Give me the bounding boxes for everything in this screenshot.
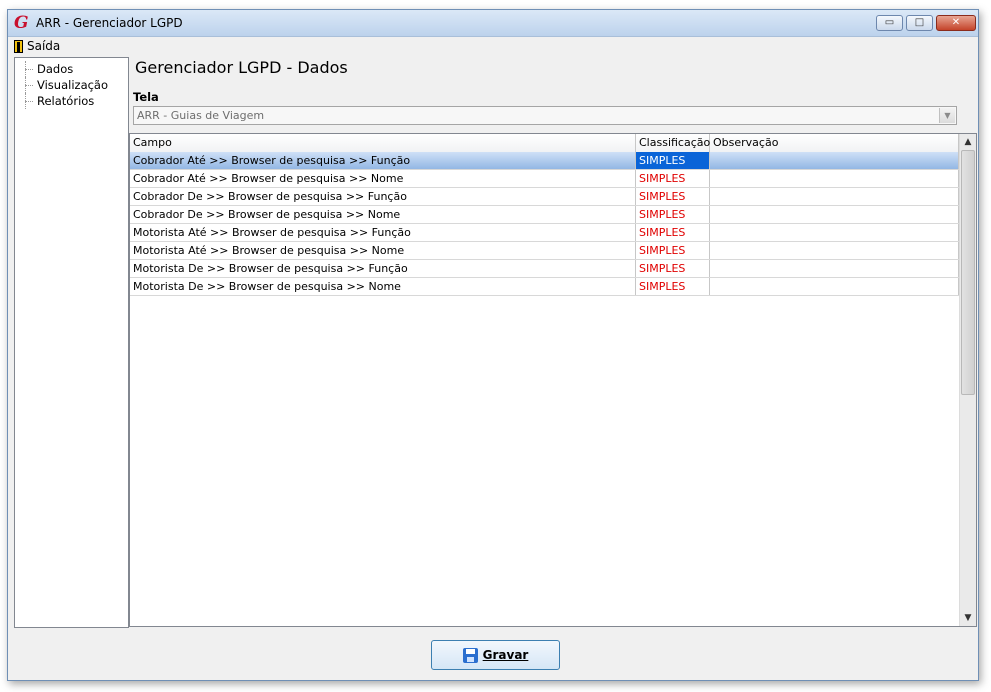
cell-campo[interactable]: Motorista Até >> Browser de pesquisa >> … — [130, 224, 636, 241]
cell-campo[interactable]: Cobrador De >> Browser de pesquisa >> No… — [130, 206, 636, 223]
cell-classificacao[interactable]: SIMPLES — [636, 260, 710, 277]
cell-classificacao[interactable]: SIMPLES — [636, 278, 710, 295]
close-button[interactable]: ✕ — [936, 15, 976, 31]
table-row[interactable]: Motorista Até >> Browser de pesquisa >> … — [130, 242, 959, 260]
scroll-thumb[interactable] — [961, 150, 975, 395]
cell-campo[interactable]: Cobrador De >> Browser de pesquisa >> Fu… — [130, 188, 636, 205]
menu-exit-label: Saída — [27, 39, 61, 53]
column-header-classificacao[interactable]: Classificação — [636, 134, 710, 152]
floppy-disk-icon — [462, 647, 478, 663]
column-header-campo[interactable]: Campo — [130, 134, 636, 152]
menu-bar: Saída — [8, 37, 978, 55]
cell-classificacao[interactable]: SIMPLES — [636, 152, 710, 169]
main-panel: Gerenciador LGPD - Dados Tela ARR - Guia… — [129, 55, 979, 630]
table-row[interactable]: Motorista De >> Browser de pesquisa >> N… — [130, 278, 959, 296]
tela-select[interactable]: ARR - Guias de Viagem ▼ — [133, 106, 957, 125]
table-row[interactable]: Cobrador Até >> Browser de pesquisa >> N… — [130, 170, 959, 188]
save-button[interactable]: Gravar — [431, 640, 560, 670]
cell-observacao[interactable] — [710, 260, 959, 277]
sidebar-item-visualizacao[interactable]: Visualização — [23, 77, 108, 93]
minimize-button[interactable]: ▭ — [876, 15, 903, 31]
table-row[interactable]: Motorista De >> Browser de pesquisa >> F… — [130, 260, 959, 278]
cell-campo[interactable]: Motorista De >> Browser de pesquisa >> N… — [130, 278, 636, 295]
cell-observacao[interactable] — [710, 206, 959, 223]
table-row[interactable]: Cobrador De >> Browser de pesquisa >> Fu… — [130, 188, 959, 206]
grid-header: Campo Classificação Observação — [130, 134, 959, 153]
tela-label: Tela — [133, 90, 159, 104]
column-header-observacao[interactable]: Observação — [710, 134, 959, 152]
cell-observacao[interactable] — [710, 224, 959, 241]
scroll-down-icon[interactable]: ▼ — [960, 610, 976, 626]
cell-observacao[interactable] — [710, 242, 959, 259]
save-button-label: Gravar — [482, 648, 529, 662]
cell-observacao[interactable] — [710, 278, 959, 295]
chevron-down-icon[interactable]: ▼ — [939, 108, 955, 123]
table-row[interactable]: Motorista Até >> Browser de pesquisa >> … — [130, 224, 959, 242]
tela-select-value: ARR - Guias de Viagem — [137, 109, 265, 122]
sidebar-tree: Dados Visualização Relatórios — [14, 57, 129, 628]
cell-observacao[interactable] — [710, 188, 959, 205]
sidebar-item-dados[interactable]: Dados — [23, 61, 73, 77]
door-exit-icon — [14, 39, 23, 53]
cell-classificacao[interactable]: SIMPLES — [636, 188, 710, 205]
cell-observacao[interactable] — [710, 152, 959, 169]
cell-campo[interactable]: Motorista De >> Browser de pesquisa >> F… — [130, 260, 636, 277]
cell-campo[interactable]: Motorista Até >> Browser de pesquisa >> … — [130, 242, 636, 259]
cell-classificacao[interactable]: SIMPLES — [636, 170, 710, 187]
table-row[interactable]: Cobrador De >> Browser de pesquisa >> No… — [130, 206, 959, 224]
cell-campo[interactable]: Cobrador Até >> Browser de pesquisa >> F… — [130, 152, 636, 169]
window-title: ARR - Gerenciador LGPD — [36, 16, 183, 30]
maximize-button[interactable]: □ — [906, 15, 933, 31]
table-row[interactable]: Cobrador Até >> Browser de pesquisa >> F… — [130, 152, 959, 170]
sidebar-item-relatorios[interactable]: Relatórios — [23, 93, 94, 109]
menu-exit[interactable]: Saída — [14, 38, 60, 54]
cell-classificacao[interactable]: SIMPLES — [636, 224, 710, 241]
cell-classificacao[interactable]: SIMPLES — [636, 242, 710, 259]
cell-observacao[interactable] — [710, 170, 959, 187]
cell-classificacao[interactable]: SIMPLES — [636, 206, 710, 223]
cell-campo[interactable]: Cobrador Até >> Browser de pesquisa >> N… — [130, 170, 636, 187]
app-logo-icon: G — [14, 13, 29, 33]
data-grid: Campo Classificação Observação Cobrador … — [129, 133, 977, 627]
title-bar[interactable]: G ARR - Gerenciador LGPD ▭ □ ✕ — [8, 10, 978, 37]
app-window: G ARR - Gerenciador LGPD ▭ □ ✕ Saída Dad… — [7, 9, 979, 681]
vertical-scrollbar[interactable]: ▲ ▼ — [959, 134, 976, 626]
page-title: Gerenciador LGPD - Dados — [135, 58, 348, 77]
scroll-up-icon[interactable]: ▲ — [960, 134, 976, 150]
